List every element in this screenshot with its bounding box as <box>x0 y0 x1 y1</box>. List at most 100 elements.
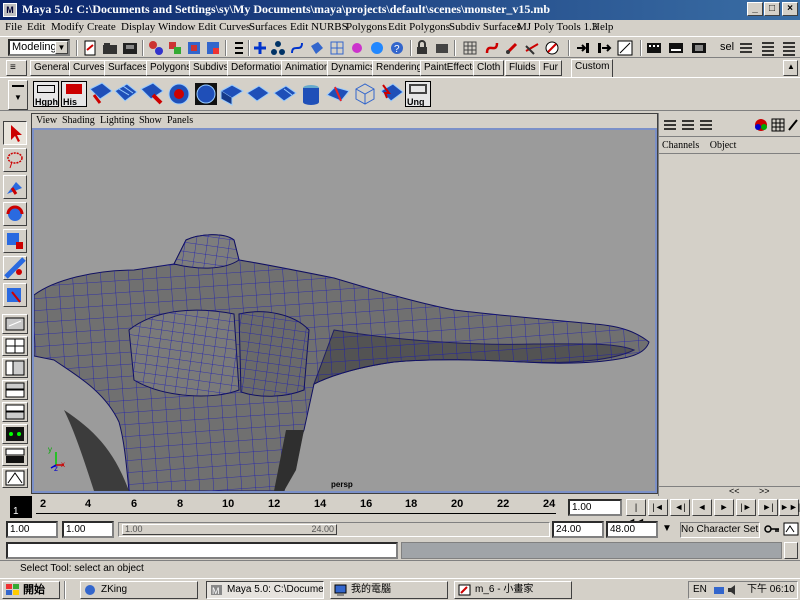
ipr-render-icon[interactable] <box>668 40 684 56</box>
tab-animation[interactable]: Animation <box>281 60 334 76</box>
output-connections-icon[interactable] <box>596 40 612 56</box>
select-tool[interactable] <box>3 121 27 145</box>
open-scene-icon[interactable] <box>102 40 118 56</box>
maximize-button[interactable]: □ <box>764 2 780 16</box>
layout-hypershade-button[interactable] <box>2 380 28 400</box>
menu-window[interactable]: Window <box>158 21 195 33</box>
scroll-left-button[interactable]: << <box>729 486 740 496</box>
play-forwards-button[interactable]: ► <box>714 499 734 516</box>
selection-mask-icon[interactable] <box>205 40 221 56</box>
poly-split-icon[interactable] <box>88 81 114 107</box>
lock-selection-icon[interactable] <box>414 40 430 56</box>
snap-view-plane-icon[interactable] <box>524 40 540 56</box>
menu-create[interactable]: Create <box>87 21 116 33</box>
go-to-end-button[interactable]: ►►| <box>779 499 800 516</box>
rotate-tool[interactable] <box>3 202 27 226</box>
snap-curve-icon[interactable] <box>484 40 500 56</box>
panel-menu-lighting[interactable]: Lighting <box>100 115 134 126</box>
menu-edit-polygons[interactable]: Edit Polygons <box>388 21 450 33</box>
playback-end-field[interactable]: 24.00 <box>552 521 604 538</box>
history-icon[interactable]: His <box>61 81 87 107</box>
animation-end-field[interactable]: 48.00 <box>606 521 658 538</box>
sel-label[interactable]: sel <box>720 41 734 53</box>
close-button[interactable]: × <box>782 2 798 16</box>
current-time-field[interactable]: 1.00 <box>568 499 622 516</box>
panel-menu-view[interactable]: View <box>36 115 57 126</box>
speaker-icon[interactable] <box>727 584 739 596</box>
current-frame-marker[interactable]: 1 <box>10 496 32 518</box>
tab-polygons[interactable]: Polygons <box>146 60 196 76</box>
render-icon[interactable] <box>646 40 662 56</box>
ungroup-icon[interactable]: Ung <box>405 81 431 107</box>
tab-fluids[interactable]: Fluids <box>505 60 540 76</box>
script-editor-button[interactable] <box>784 542 798 559</box>
tab-custom[interactable]: Custom <box>571 59 614 77</box>
poly-append-icon[interactable] <box>139 81 165 107</box>
language-indicator[interactable]: EN <box>693 582 707 598</box>
poly-extrude-icon[interactable] <box>113 81 139 107</box>
poly-wire-icon[interactable] <box>352 81 378 107</box>
tab-cloth[interactable]: Cloth <box>473 60 505 76</box>
layout-icon[interactable] <box>681 118 695 132</box>
layout-graph-button[interactable] <box>2 402 28 422</box>
poly-cylinder-icon[interactable] <box>272 81 298 107</box>
start-button[interactable]: 開始 <box>2 581 60 599</box>
hypergraph-icon[interactable]: Hgph <box>33 81 59 107</box>
command-line-input[interactable] <box>6 542 398 559</box>
menu-edit-curves[interactable]: Edit Curves <box>198 21 250 33</box>
playback-start-field[interactable]: 1.00 <box>62 521 114 538</box>
character-set-dropdown-arrow[interactable]: ▼ <box>662 523 672 534</box>
range-slider[interactable]: 1.00 24.00 <box>118 522 550 537</box>
select-object-icon[interactable] <box>167 40 183 56</box>
tab-curves[interactable]: Curves <box>69 60 109 76</box>
layout-outliner-button[interactable] <box>2 358 28 378</box>
key-icon[interactable] <box>764 522 780 536</box>
select-handles-icon[interactable] <box>252 40 268 56</box>
poly-cube-icon[interactable] <box>219 81 245 107</box>
shelf-options-button[interactable]: ▼ <box>8 80 28 110</box>
play-backwards-button[interactable]: ◄ <box>692 499 712 516</box>
shelf-scroll-up[interactable]: ▲ <box>783 60 798 76</box>
taskbar-item-paint[interactable]: m_6 - 小畫家 <box>454 581 572 599</box>
last-tool[interactable] <box>3 283 27 307</box>
layout-four-button[interactable] <box>2 336 28 356</box>
layout-icon[interactable] <box>663 118 677 132</box>
render-globals-icon[interactable] <box>691 40 707 56</box>
taskbar-item-my-computer[interactable]: 我的電腦 <box>330 581 448 599</box>
tool-settings-icon[interactable] <box>760 40 776 56</box>
menu-surfaces[interactable]: Surfaces <box>249 21 287 33</box>
poly-plane-icon[interactable] <box>245 81 271 107</box>
go-to-start-button[interactable]: |◄◄ <box>626 499 646 526</box>
taskbar-item-maya[interactable]: M Maya 5.0: C:\Docume... <box>206 581 324 599</box>
poly-sphere-icon[interactable] <box>298 81 324 107</box>
menu-edit-nurbs[interactable]: Edit NURBS <box>290 21 348 33</box>
channel-box-toggle-icon[interactable] <box>781 40 797 56</box>
menu-display[interactable]: Display <box>121 21 155 33</box>
pencil-icon[interactable] <box>787 118 799 132</box>
construction-history-icon[interactable] <box>617 40 633 56</box>
nurbs-plane-icon[interactable] <box>325 81 351 107</box>
step-back-key-button[interactable]: ◄| <box>670 499 690 516</box>
tab-general[interactable]: General <box>30 60 74 76</box>
select-hierarchy-icon[interactable] <box>148 40 164 56</box>
time-slider[interactable]: 1 2 4 6 8 10 12 14 16 18 20 22 24 <box>0 496 566 518</box>
layout-single-button[interactable] <box>2 314 28 334</box>
layout-hypergraph-button[interactable] <box>2 446 28 466</box>
layout-persp-graph-button[interactable] <box>2 424 28 444</box>
step-forward-key-button[interactable]: |► <box>736 499 756 516</box>
menu-polygons[interactable]: Polygons <box>346 21 387 33</box>
object-menu[interactable]: Object <box>710 140 737 151</box>
range-slider-thumb[interactable]: 1.00 24.00 <box>122 524 337 535</box>
new-scene-icon[interactable] <box>82 40 98 56</box>
select-pivots-icon[interactable] <box>270 40 286 56</box>
poly-select-icon[interactable] <box>379 81 405 107</box>
panel-menu-shading[interactable]: Shading <box>62 115 95 126</box>
input-connections-icon[interactable] <box>575 40 591 56</box>
menu-mj-poly-tools[interactable]: MJ Poly Tools 1.3 <box>517 21 597 33</box>
animation-start-field[interactable]: 1.00 <box>6 521 58 538</box>
panel-menu-panels[interactable]: Panels <box>167 115 193 126</box>
network-icon[interactable] <box>713 584 725 596</box>
channel-list-area[interactable] <box>659 153 800 485</box>
layout-icon[interactable] <box>699 118 713 132</box>
select-component-icon[interactable] <box>186 40 202 56</box>
